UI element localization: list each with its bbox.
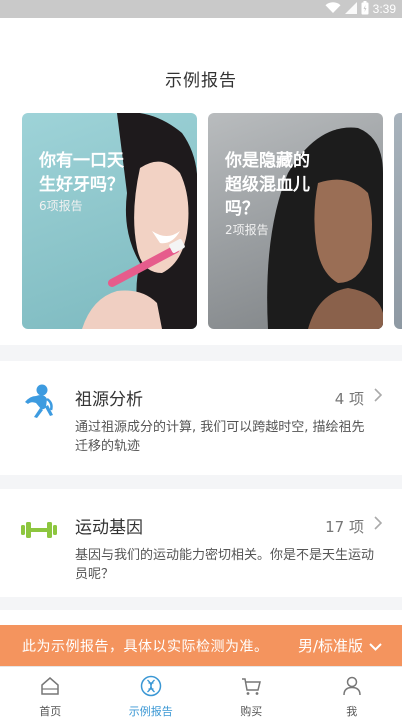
cart-icon xyxy=(240,675,262,697)
status-time: 3:39 xyxy=(372,2,396,16)
section-sports[interactable]: 运动基因 17 项 基因与我们的运动能力密切相关。你是不是天生运动员呢？ xyxy=(0,489,402,597)
status-icons: 3:39 xyxy=(325,0,396,18)
tab-label: 我 xyxy=(346,705,358,718)
header: 示例报告 xyxy=(0,18,402,113)
section-ancestry[interactable]: 祖源分析 4 项 通过祖源成分的计算, 我们可以跨越时空, 描绘祖先迁移的轨迹 xyxy=(0,361,402,475)
card-subtitle: 6项报告 xyxy=(39,199,83,213)
tab-label: 首页 xyxy=(39,705,62,718)
version-selector[interactable]: 男/标准版 xyxy=(298,635,382,656)
signal-icon xyxy=(344,1,357,17)
report-card-teeth[interactable]: 你有一口天生好牙吗？ 6项报告 xyxy=(22,113,197,329)
monkey-icon xyxy=(20,383,58,421)
section-title: 祖源分析 xyxy=(75,390,143,410)
chevron-down-icon xyxy=(369,637,382,655)
tab-sample-report[interactable]: 示例报告 xyxy=(101,667,202,718)
status-bar: 3:39 xyxy=(0,0,402,18)
version-selector-label: 男/标准版 xyxy=(297,637,363,655)
report-carousel[interactable]: 你有一口天生好牙吗？ 6项报告 你是隐藏的超级混血儿吗？ 2项报告 xyxy=(0,113,402,345)
section-count: 4 项 xyxy=(334,390,364,408)
card-subtitle: 2项报告 xyxy=(225,223,269,237)
section-description: 通过祖源成分的计算, 我们可以跨越时空, 描绘祖先迁移的轨迹 xyxy=(75,420,365,454)
app-screen: 3:39 示例报告 你有一口天生好牙吗？ 6项报告 你是隐藏的超级混血儿吗？ 2… xyxy=(0,0,402,718)
bottom-nav: 首页 示例报告 购买 我 xyxy=(0,666,402,718)
wifi-icon xyxy=(325,1,341,17)
dna-icon xyxy=(140,675,162,697)
card-title: 你是隐藏的超级混血儿吗？ xyxy=(225,151,310,219)
tab-label: 示例报告 xyxy=(128,705,173,718)
tab-me[interactable]: 我 xyxy=(302,667,402,718)
section-count: 17 项 xyxy=(325,518,364,536)
banner-text: 此为示例报告，具体以实际检测为准。 xyxy=(22,639,269,655)
battery-icon xyxy=(361,0,369,18)
chevron-right-icon xyxy=(374,515,383,534)
tab-home[interactable]: 首页 xyxy=(0,667,101,718)
sample-notice-banner: 此为示例报告，具体以实际检测为准。 男/标准版 xyxy=(0,625,402,666)
tab-label: 购买 xyxy=(240,705,263,718)
home-icon xyxy=(39,675,61,697)
section-description: 基因与我们的运动能力密切相关。你是不是天生运动员呢？ xyxy=(75,548,375,582)
section-title: 运动基因 xyxy=(75,518,143,538)
chevron-right-icon xyxy=(374,387,383,406)
dumbbell-icon xyxy=(20,511,58,549)
user-icon xyxy=(341,675,363,697)
report-card-mixed-blood[interactable]: 你是隐藏的超级混血儿吗？ 2项报告 xyxy=(208,113,383,329)
tab-buy[interactable]: 购买 xyxy=(201,667,302,718)
card-title: 你有一口天生好牙吗？ xyxy=(39,151,124,195)
woman-toothbrush-illustration xyxy=(82,113,197,329)
report-card-partial[interactable] xyxy=(394,113,402,329)
page-title: 示例报告 xyxy=(165,71,237,91)
